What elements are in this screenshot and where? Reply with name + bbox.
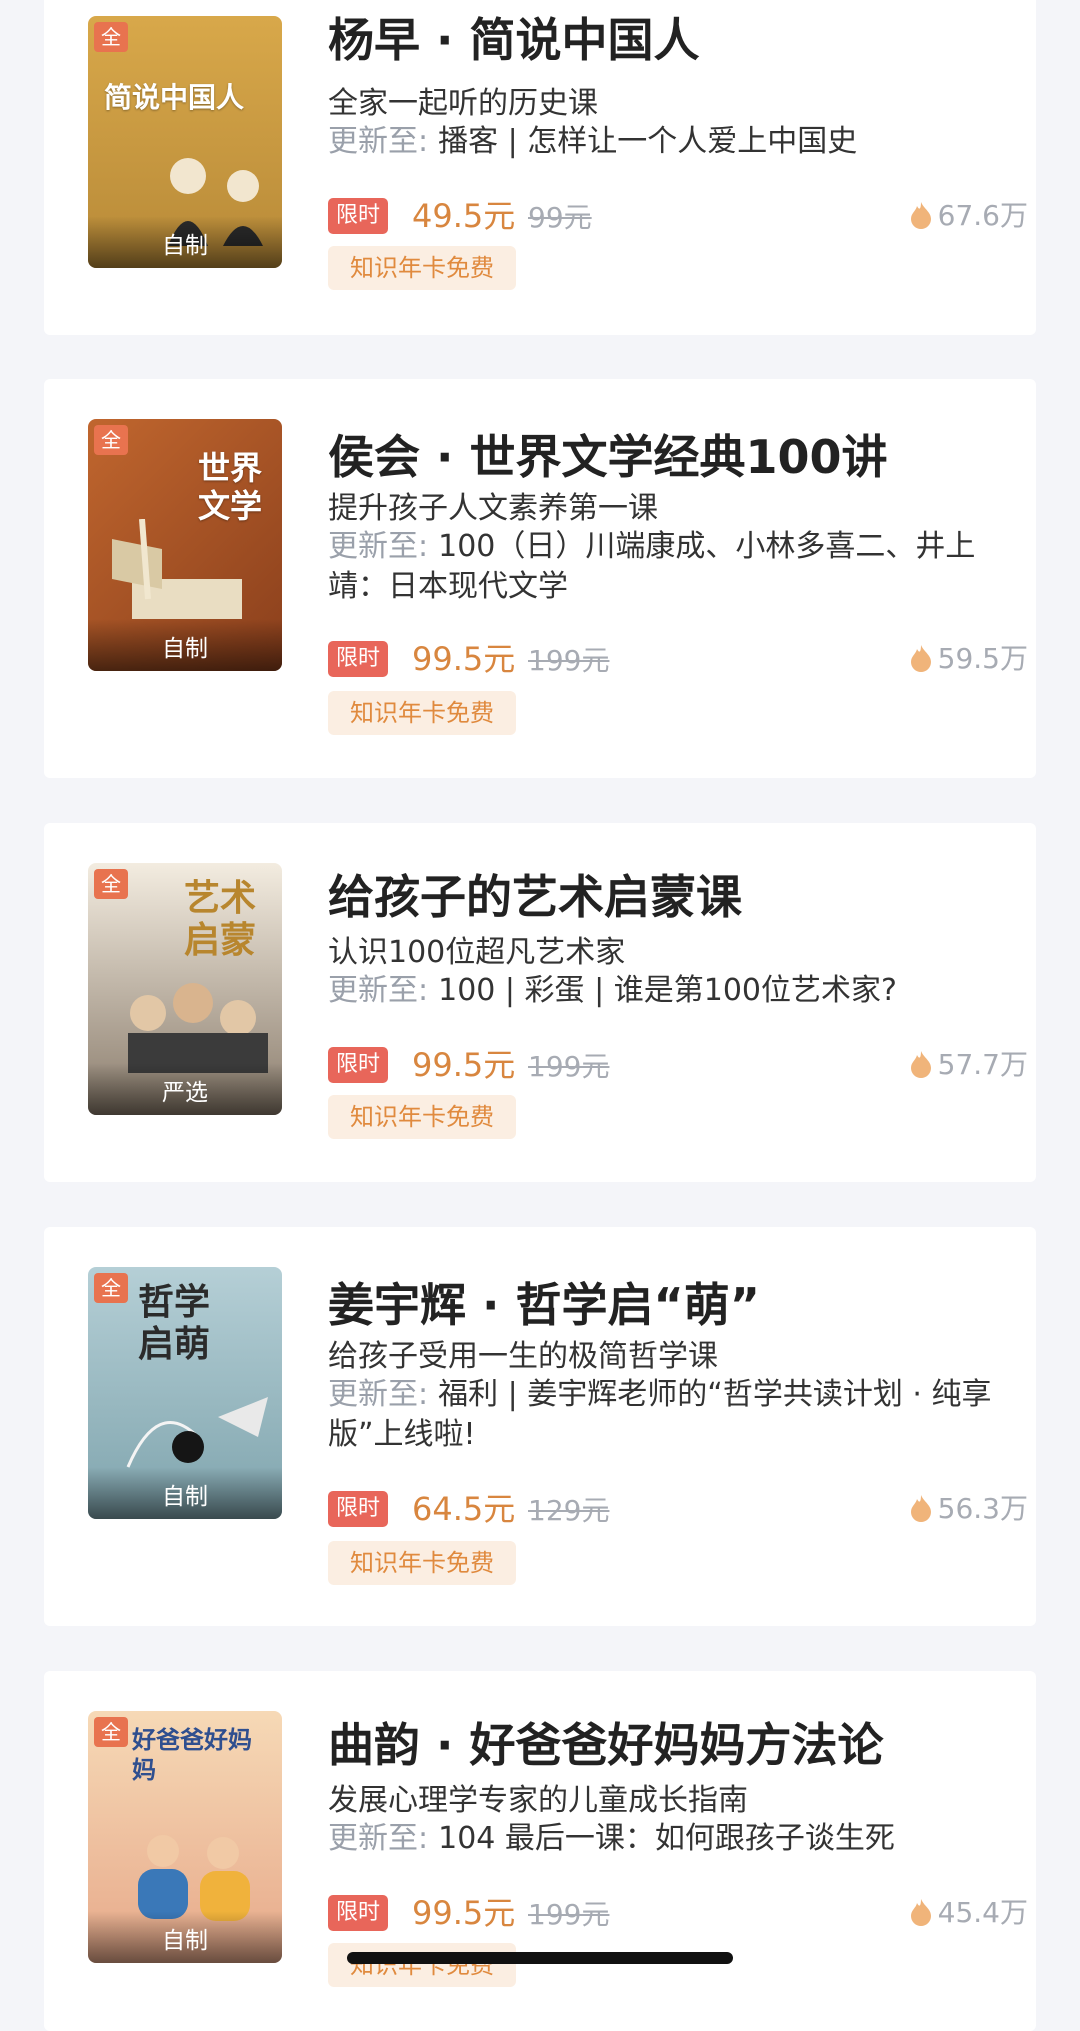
cover-art-title: 好爸爸好妈妈	[132, 1725, 252, 1784]
sale-price: 99.5元	[412, 1894, 516, 1932]
cover-art-title: 哲学启萌	[138, 1281, 211, 1365]
course-cover[interactable]: 全 好爸爸好妈妈 自制	[88, 1711, 282, 1963]
limit-tag: 限时	[328, 1895, 389, 1931]
price-row: 限时 99.5元 199元 57.7万	[328, 1043, 1028, 1087]
cover-badge: 自制	[88, 619, 282, 671]
popularity-count: 57.7万	[937, 1048, 1028, 1081]
course-cover[interactable]: 全 简说中国人 自制	[88, 16, 282, 268]
course-cover[interactable]: 全 世界文学 自制	[88, 419, 282, 671]
course-subtitle: 认识100位超凡艺术家	[328, 935, 626, 970]
update-label: 更新至:	[328, 529, 429, 564]
all-tag: 全	[94, 1717, 128, 1747]
update-label: 更新至:	[328, 124, 429, 159]
original-price: 199元	[528, 644, 610, 677]
course-title: 姜宇辉 · 哲学启“萌”	[328, 1278, 760, 1332]
annual-card-tag[interactable]: 知识年卡免费	[328, 246, 516, 290]
course-subtitle: 发展心理学专家的儿童成长指南	[328, 1783, 748, 1818]
course-card[interactable]: 全 世界文学 自制 侯会 · 世界文学经典100讲 提升孩子人文素养第一课 更新…	[44, 379, 1036, 778]
annual-card-tag[interactable]: 知识年卡免费	[328, 691, 516, 735]
cover-art-title: 世界文学	[198, 449, 263, 525]
course-update: 更新至: 100（日）川端康成、小林多喜二、井上靖：日本现代文学	[328, 527, 1018, 607]
popularity: 45.4万	[910, 1891, 1028, 1935]
course-subtitle: 全家一起听的历史课	[328, 86, 598, 121]
cover-badge: 自制	[88, 216, 282, 268]
course-update: 更新至: 104 最后一课：如何跟孩子谈生死	[328, 1819, 1018, 1859]
course-update: 更新至: 100 | 彩蛋 | 谁是第100位艺术家?	[328, 971, 1018, 1011]
original-price: 199元	[528, 1050, 610, 1083]
price-row: 限时 99.5元 199元 45.4万	[328, 1891, 1028, 1935]
all-tag: 全	[94, 425, 128, 455]
original-price: 199元	[528, 1898, 610, 1931]
sale-price: 49.5元	[412, 197, 516, 235]
annual-card-tag[interactable]: 知识年卡免费	[328, 1541, 516, 1585]
cover-badge: 自制	[88, 1467, 282, 1519]
popularity-count: 56.3万	[937, 1492, 1028, 1525]
all-tag: 全	[94, 22, 128, 52]
flame-icon	[910, 645, 931, 672]
all-tag: 全	[94, 1273, 128, 1303]
cover-art-title: 简说中国人	[104, 81, 245, 114]
limit-tag: 限时	[328, 641, 389, 677]
popularity: 56.3万	[910, 1487, 1028, 1531]
course-card[interactable]: 全 艺术启蒙 严选 给孩子的艺术启蒙课 认识100位超凡艺术家 更新至: 100 …	[44, 823, 1036, 1182]
course-card[interactable]: 全 简说中国人 自制 杨早 · 简说中国人 全家一起听的历史课 更新至: 播客 |…	[44, 0, 1036, 335]
update-text: 104 最后一课：如何跟孩子谈生死	[438, 1821, 895, 1856]
popularity-count: 45.4万	[937, 1896, 1028, 1929]
course-cover[interactable]: 全 艺术启蒙 严选	[88, 863, 282, 1115]
course-update: 更新至: 播客 | 怎样让一个人爱上中国史	[328, 122, 1018, 162]
update-label: 更新至:	[328, 1377, 429, 1412]
popularity: 57.7万	[910, 1043, 1028, 1087]
cover-illustration	[126, 1397, 268, 1468]
popularity: 59.5万	[910, 637, 1028, 681]
cover-badge: 自制	[88, 1911, 282, 1963]
popularity: 67.6万	[910, 194, 1028, 238]
popularity-count: 67.6万	[937, 199, 1028, 232]
flame-icon	[910, 1051, 931, 1078]
update-label: 更新至:	[328, 1821, 429, 1856]
course-cover[interactable]: 全 哲学启萌 自制	[88, 1267, 282, 1519]
flame-icon	[910, 202, 931, 229]
update-label: 更新至:	[328, 973, 429, 1008]
sale-price: 99.5元	[412, 640, 516, 678]
course-update: 更新至: 福利 | 姜宇辉老师的“哲学共读计划 · 纯享版”上线啦!	[328, 1375, 1018, 1455]
price-row: 限时 99.5元 199元 59.5万	[328, 637, 1028, 681]
annual-card-tag[interactable]: 知识年卡免费	[328, 1095, 516, 1139]
popularity-count: 59.5万	[937, 642, 1028, 675]
course-title: 曲韵 · 好爸爸好妈妈方法论	[328, 1718, 884, 1772]
annual-card-tag[interactable]: 知识年卡免费	[328, 1943, 516, 1987]
course-title: 杨早 · 简说中国人	[328, 13, 700, 67]
update-text: 100 | 彩蛋 | 谁是第100位艺术家?	[438, 973, 897, 1008]
cover-illustration	[112, 519, 242, 619]
course-subtitle: 给孩子受用一生的极简哲学课	[328, 1339, 718, 1374]
limit-tag: 限时	[328, 1491, 389, 1527]
course-subtitle: 提升孩子人文素养第一课	[328, 491, 658, 526]
sale-price: 99.5元	[412, 1046, 516, 1084]
all-tag: 全	[94, 869, 128, 899]
limit-tag: 限时	[328, 1047, 389, 1083]
original-price: 99元	[528, 201, 592, 234]
flame-icon	[910, 1495, 931, 1522]
cover-illustration	[128, 983, 268, 1073]
price-row: 限时 64.5元 129元 56.3万	[328, 1487, 1028, 1531]
course-card[interactable]: 全 好爸爸好妈妈 自制 曲韵 · 好爸爸好妈妈方法论 发展心理学专家的儿童成长指…	[44, 1671, 1036, 2031]
cover-art-title: 艺术启蒙	[184, 877, 257, 961]
course-title: 给孩子的艺术启蒙课	[328, 870, 742, 924]
original-price: 129元	[528, 1494, 610, 1527]
price-row: 限时 49.5元 99元 67.6万	[328, 194, 1028, 238]
course-title: 侯会 · 世界文学经典100讲	[328, 430, 888, 484]
course-card[interactable]: 全 哲学启萌 自制 姜宇辉 · 哲学启“萌” 给孩子受用一生的极简哲学课 更新至…	[44, 1227, 1036, 1626]
home-indicator[interactable]	[347, 1952, 733, 1964]
flame-icon	[910, 1899, 931, 1926]
update-text: 播客 | 怎样让一个人爱上中国史	[438, 124, 858, 159]
sale-price: 64.5元	[412, 1490, 516, 1528]
cover-badge: 严选	[88, 1063, 282, 1115]
limit-tag: 限时	[328, 198, 389, 234]
